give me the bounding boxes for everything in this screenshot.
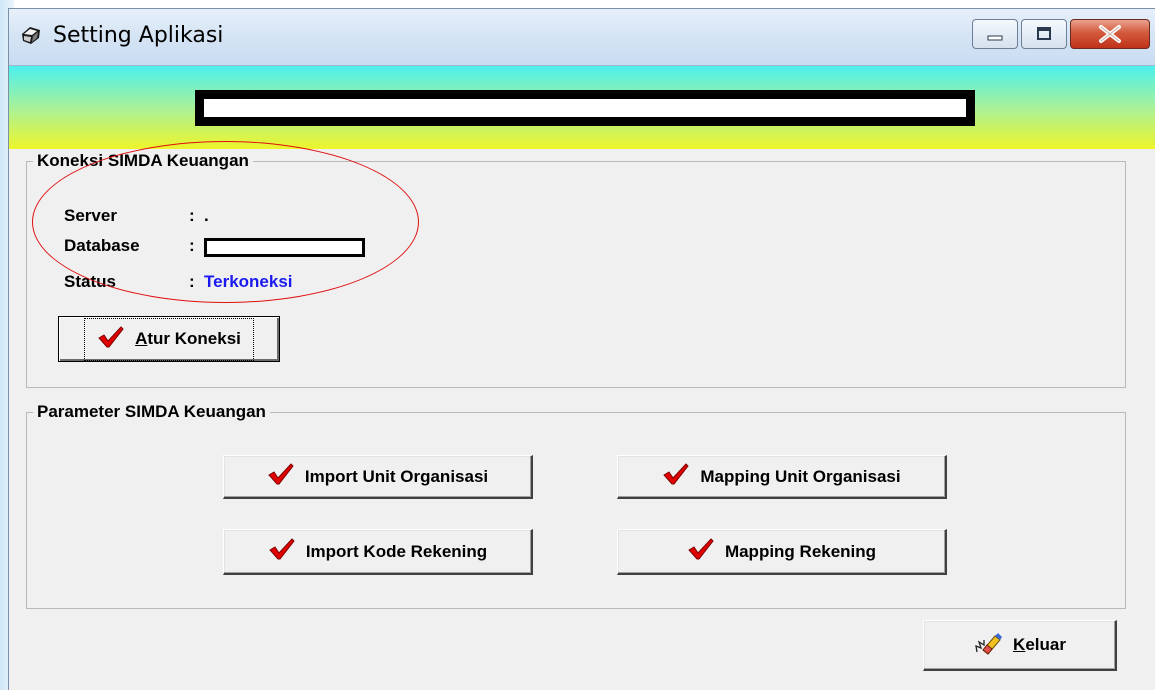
checkmark-icon <box>267 462 295 491</box>
atur-koneksi-button[interactable]: Atur Koneksi <box>58 316 280 362</box>
server-value: . <box>204 206 209 225</box>
minimize-icon <box>987 35 1003 41</box>
checkmark-icon <box>662 462 690 491</box>
import-unit-organisasi-button[interactable]: Import Unit Organisasi <box>223 455 533 499</box>
status-colon: : <box>189 272 195 291</box>
maximize-icon <box>1037 27 1051 40</box>
redacted-banner-box <box>195 90 975 126</box>
checkmark-icon <box>97 325 125 354</box>
checkmark-icon <box>687 537 715 566</box>
import-unit-organisasi-label: Import Unit Organisasi <box>304 466 489 486</box>
window-title: Setting Aplikasi <box>53 23 224 48</box>
redacted-database-value <box>204 238 365 257</box>
status-label: Status <box>64 272 116 291</box>
database-colon: : <box>189 236 195 255</box>
import-kode-rekening-button[interactable]: Import Kode Rekening <box>223 529 533 575</box>
maximize-button[interactable] <box>1021 19 1067 49</box>
exit-eraser-icon <box>973 630 1003 661</box>
atur-koneksi-label: tur Koneksi <box>147 329 241 348</box>
minimize-button[interactable] <box>972 19 1018 49</box>
status-value: Terkoneksi <box>204 272 293 291</box>
atur-accelerator: A <box>135 329 148 348</box>
mapping-unit-organisasi-button[interactable]: Mapping Unit Organisasi <box>617 455 947 499</box>
close-icon <box>1099 25 1121 43</box>
keluar-button[interactable]: Keluar <box>923 620 1117 671</box>
close-button[interactable] <box>1070 19 1150 49</box>
title-bar[interactable]: Setting Aplikasi <box>9 9 1155 66</box>
database-label: Database <box>64 236 140 255</box>
header-banner <box>9 66 1155 149</box>
mapping-unit-organisasi-label: Mapping Unit Organisasi <box>700 466 901 486</box>
parameter-legend: Parameter SIMDA Keuangan <box>37 402 266 421</box>
import-kode-rekening-label: Import Kode Rekening <box>305 541 488 561</box>
keluar-label: eluar <box>1025 635 1066 654</box>
app-icon <box>19 23 43 47</box>
mapping-rekening-button[interactable]: Mapping Rekening <box>617 529 947 575</box>
server-colon: : <box>189 206 195 225</box>
server-label: Server <box>64 206 117 225</box>
parameter-simda-group: Parameter SIMDA Keuangan <box>26 402 1126 609</box>
checkmark-icon <box>268 537 296 566</box>
koneksi-legend: Koneksi SIMDA Keuangan <box>37 151 249 170</box>
mapping-rekening-label: Mapping Rekening <box>724 541 877 561</box>
keluar-accelerator: K <box>1013 635 1026 654</box>
